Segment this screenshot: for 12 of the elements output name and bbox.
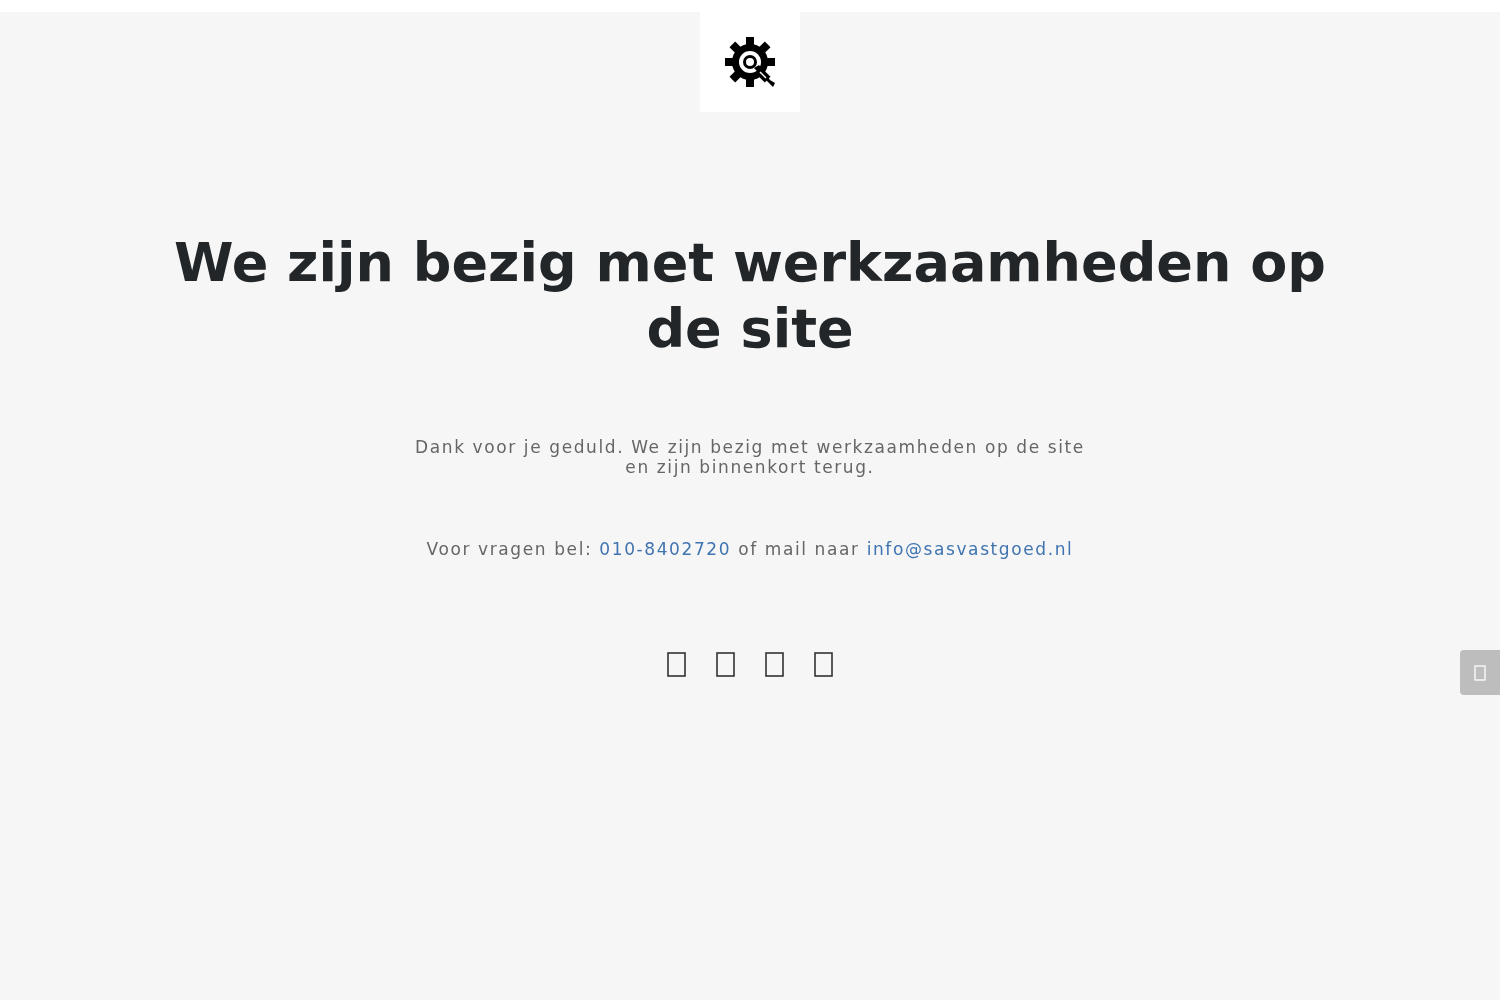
- page-heading: We zijn bezig met werkzaamheden op de site: [173, 230, 1327, 362]
- contact-text: of mail naar: [737, 539, 861, 559]
- contact-link[interactable]: 010-8402720: [599, 539, 732, 559]
- message-text: Dank voor je geduld. We zijn bezig met werkzaamheden op de site en zijn binnenkort terug.: [414, 437, 1086, 477]
- contact-link[interactable]: info@sasvastgoed.nl: [866, 539, 1074, 559]
- square-icon[interactable]: [814, 652, 833, 677]
- square-icon[interactable]: [765, 652, 784, 677]
- gear-wrench-icon: [724, 36, 776, 88]
- square-icon: [1474, 664, 1486, 681]
- square-icon[interactable]: [667, 652, 686, 677]
- contact-text: Voor vragen bel:: [426, 539, 594, 559]
- square-icon[interactable]: [716, 652, 735, 677]
